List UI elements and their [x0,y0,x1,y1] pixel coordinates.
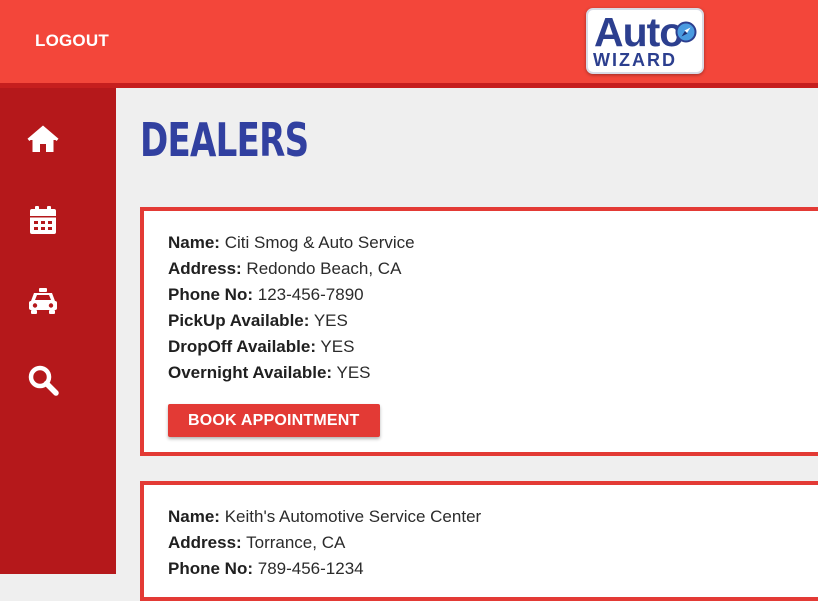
search-icon [28,365,59,396]
dealer-name-row: Name: Citi Smog & Auto Service [168,230,818,256]
dealer-name-row: Name: Keith's Automotive Service Center [168,504,818,530]
dealer-phone-row: Phone No: 789-456-1234 [168,556,818,582]
sidebar-nav [0,88,116,574]
dealer-address: Redondo Beach, CA [246,259,402,278]
sidebar-item-search[interactable] [27,364,59,396]
logo-text-wizard: WIZARD [593,50,677,70]
name-label: Name: [168,507,220,526]
dealer-name: Keith's Automotive Service Center [224,507,482,526]
dealer-card: Name: Keith's Automotive Service Center … [140,481,818,601]
dealer-overnight-row: Overnight Available: YES [168,360,818,386]
logo-text-auto: Auto [594,9,684,55]
dealer-phone: 789-456-1234 [257,559,364,578]
sidebar-item-calendar[interactable] [27,204,59,236]
car-icon [29,288,57,314]
logo-compass-icon [675,21,697,43]
top-bar: LOGOUT Auto WIZARD [0,0,818,83]
address-label: Address: [168,533,242,552]
dealer-address-row: Address: Redondo Beach, CA [168,256,818,282]
logout-button[interactable]: LOGOUT [35,31,109,51]
dealer-name: Citi Smog & Auto Service [224,233,415,252]
dealer-card: Name: Citi Smog & Auto Service Address: … [140,207,818,456]
dealer-pickup: YES [313,311,348,330]
pickup-label: PickUp Available: [168,311,310,330]
address-label: Address: [168,259,242,278]
dealer-address-row: Address: Torrance, CA [168,530,818,556]
auto-wizard-logo[interactable]: Auto WIZARD [586,8,704,74]
overnight-label: Overnight Available: [168,363,333,382]
dealer-phone: 123-456-7890 [257,285,364,304]
calendar-icon [30,206,56,234]
dealer-phone-row: Phone No: 123-456-7890 [168,282,818,308]
dealer-overnight: YES [336,363,371,382]
book-appointment-button[interactable]: BOOK APPOINTMENT [168,404,380,437]
sidebar-item-cars[interactable] [27,284,59,316]
dealer-dropoff-row: DropOff Available: YES [168,334,818,360]
dealer-pickup-row: PickUp Available: YES [168,308,818,334]
dropoff-label: DropOff Available: [168,337,316,356]
phone-label: Phone No: [168,285,253,304]
page-title: DEALERS [140,113,309,167]
name-label: Name: [168,233,220,252]
phone-label: Phone No: [168,559,253,578]
dealer-dropoff: YES [320,337,355,356]
main-content: DEALERS Name: Citi Smog & Auto Service A… [116,88,818,601]
sidebar-item-home[interactable] [27,124,59,156]
dealer-address: Torrance, CA [246,533,346,552]
home-icon [27,125,59,152]
